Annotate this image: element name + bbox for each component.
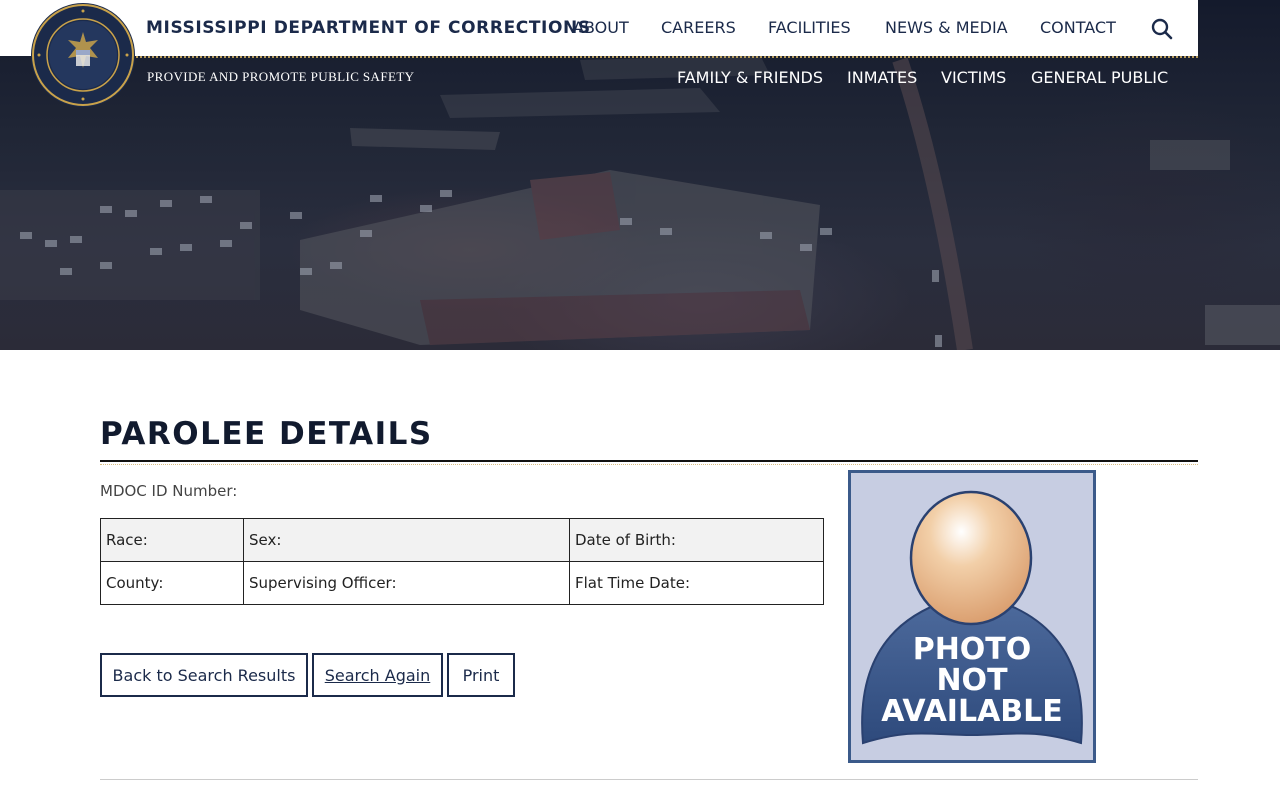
search-again-button[interactable]: Search Again	[312, 653, 443, 697]
page-title: PAROLEE DETAILS	[100, 416, 433, 452]
table-row: County: Supervising Officer: Flat Time D…	[100, 561, 824, 605]
nav-contact[interactable]: CONTACT	[1040, 18, 1116, 37]
print-button[interactable]: Print	[447, 653, 515, 697]
nav-facilities[interactable]: FACILITIES	[768, 18, 851, 37]
photo-text-line1: PHOTO	[912, 632, 1032, 667]
flat-time-date-cell: Flat Time Date:	[569, 561, 824, 605]
nav-general-public[interactable]: GENERAL PUBLIC	[1031, 68, 1168, 87]
county-cell: County:	[100, 561, 244, 605]
org-name[interactable]: MISSISSIPPI DEPARTMENT OF CORRECTIONS	[146, 18, 591, 38]
supervising-officer-cell: Supervising Officer:	[243, 561, 570, 605]
nav-careers[interactable]: CAREERS	[661, 18, 736, 37]
nav-family-friends[interactable]: FAMILY & FRIENDS	[677, 68, 823, 87]
nav-about[interactable]: ABOUT	[573, 18, 629, 37]
search-icon	[1151, 18, 1173, 40]
mdoc-id-label: MDOC ID Number:	[100, 482, 238, 500]
photo-text-line3: AVAILABLE	[881, 694, 1063, 729]
footer-divider	[100, 779, 1198, 780]
nav-inmates[interactable]: INMATES	[847, 68, 917, 87]
search-button[interactable]	[1150, 17, 1174, 41]
dob-cell: Date of Birth:	[569, 518, 824, 562]
state-seal-logo[interactable]	[28, 2, 138, 108]
parolee-details-table: Race: Sex: Date of Birth: County: Superv…	[100, 518, 824, 605]
sex-cell: Sex:	[243, 518, 570, 562]
tagline: PROVIDE AND PROMOTE PUBLIC SAFETY	[147, 69, 415, 84]
back-to-search-results-button[interactable]: Back to Search Results	[100, 653, 308, 697]
title-dotted-divider	[100, 464, 1198, 465]
photo-text-line2: NOT	[936, 663, 1008, 698]
race-cell: Race:	[100, 518, 244, 562]
nav-news-media[interactable]: NEWS & MEDIA	[885, 18, 1008, 37]
search-again-label: Search Again	[324, 665, 431, 685]
header-divider	[136, 56, 1198, 58]
nav-victims[interactable]: VICTIMS	[941, 68, 1006, 87]
parolee-photo-placeholder: PHOTO NOT AVAILABLE	[848, 470, 1096, 763]
table-row: Race: Sex: Date of Birth:	[100, 518, 824, 562]
title-divider	[100, 460, 1198, 462]
